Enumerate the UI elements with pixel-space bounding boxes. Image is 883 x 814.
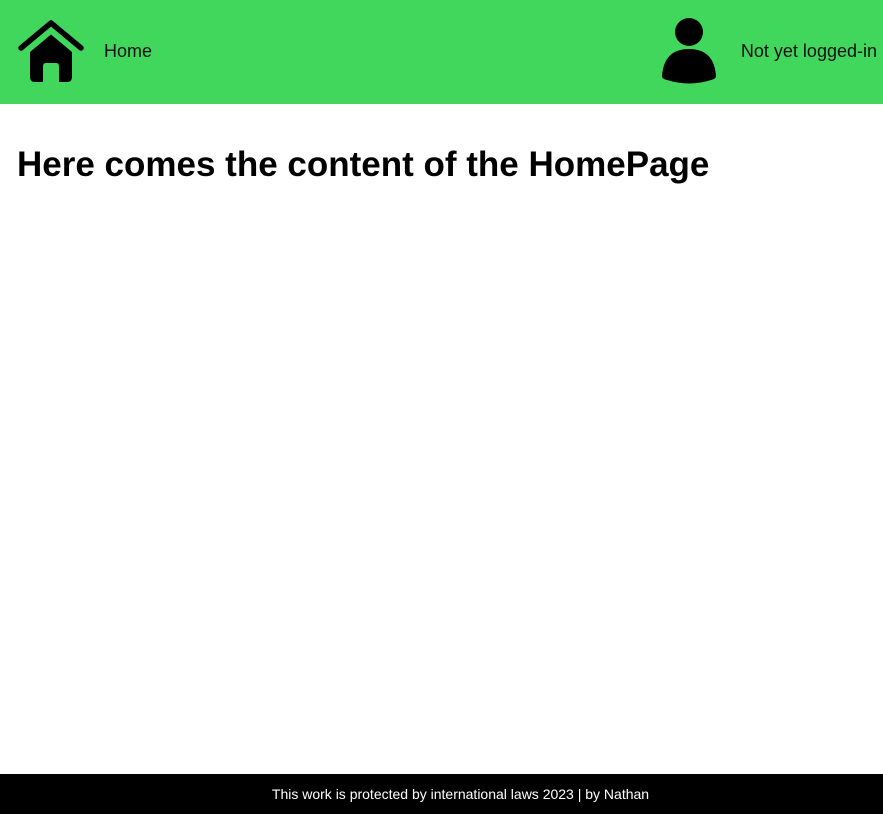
user-icon [661, 18, 716, 84]
user-account-area[interactable]: Not yet logged-in [661, 16, 877, 86]
page: Home Not yet logged-in Here comes the co… [0, 0, 883, 814]
footer-copyright-text: This work is protected by international … [271, 786, 650, 802]
footer: This work is protected by international … [0, 774, 883, 814]
home-icon [18, 20, 84, 82]
page-title: Here comes the content of the HomePage [17, 145, 710, 184]
main-content: Here comes the content of the HomePage [0, 104, 883, 774]
home-label: Home [104, 41, 153, 61]
home-nav-link[interactable]: Home [17, 18, 152, 84]
login-status-text: Not yet logged-in [740, 41, 877, 61]
top-navbar: Home Not yet logged-in [0, 0, 883, 104]
